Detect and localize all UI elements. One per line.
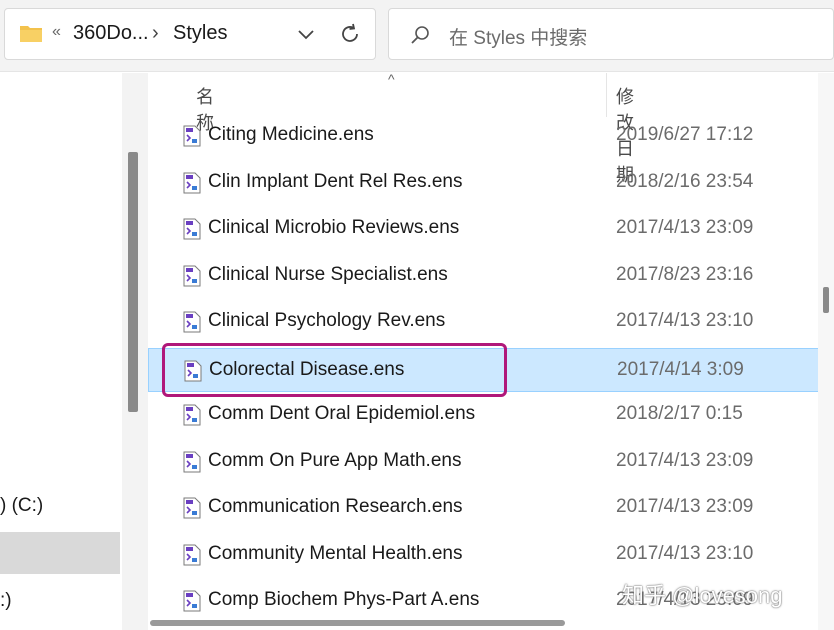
breadcrumb-parent[interactable]: 360Do... [73, 22, 149, 45]
ens-file-icon [182, 172, 202, 194]
file-name: Communication Research.ens [208, 496, 463, 517]
file-date: 2017/8/23 23:16 [616, 264, 754, 285]
nav-item-selected[interactable] [0, 532, 120, 574]
file-row[interactable]: Comm Dent Oral Epidemiol.ens 2018/2/17 0… [148, 393, 828, 437]
file-date: 2017/4/13 23:09 [616, 450, 754, 471]
file-list-scrollbar-thumb[interactable] [823, 287, 829, 313]
file-date: 2019/6/27 17:12 [616, 124, 754, 145]
file-name: Clinical Nurse Specialist.ens [208, 264, 448, 285]
nav-scrollbar-thumb[interactable] [128, 152, 138, 412]
file-list: ^ 名称 修改日期 Citing Medicine.ens 2019/6/27 … [148, 71, 834, 630]
file-date: 2017/4/13 23:10 [616, 543, 754, 564]
file-date: 2017/4/13 23:09 [616, 496, 754, 517]
file-name: Community Mental Health.ens [208, 543, 463, 564]
file-name: Comp Biochem Phys-Part A.ens [208, 589, 480, 610]
chevron-down-icon [298, 30, 314, 40]
navigation-pane: ) (C:) :) [0, 73, 122, 630]
file-row[interactable]: Community Mental Health.ens 2017/4/13 23… [148, 533, 828, 577]
file-name: Comm Dent Oral Epidemiol.ens [208, 403, 476, 424]
address-dropdown-button[interactable] [291, 21, 321, 49]
file-name: Comm On Pure App Math.ens [208, 450, 462, 471]
file-date: 2017/4/13 23:10 [616, 310, 754, 331]
breadcrumb-separator[interactable]: › [152, 22, 159, 45]
breadcrumb-overflow[interactable]: « [52, 23, 61, 41]
ens-file-icon [182, 497, 202, 519]
nav-item-drive-c[interactable]: ) (C:) [0, 495, 43, 517]
file-name: Colorectal Disease.ens [209, 359, 405, 380]
search-box[interactable]: 在 Styles 中搜索 [388, 8, 834, 60]
file-name: Clinical Microbio Reviews.ens [208, 217, 460, 238]
watermark: 知乎 @lovesong [622, 583, 783, 608]
file-name: Clin Implant Dent Rel Res.ens [208, 171, 463, 192]
ens-file-icon [182, 451, 202, 473]
ens-file-icon [182, 125, 202, 147]
ens-file-icon [182, 311, 202, 333]
file-row[interactable]: Clinical Nurse Specialist.ens 2017/8/23 … [148, 254, 828, 298]
file-date: 2017/4/14 3:09 [617, 359, 744, 380]
nav-item-drive[interactable]: :) [0, 590, 12, 612]
file-row[interactable]: Communication Research.ens 2017/4/13 23:… [148, 486, 828, 530]
file-date: 2018/2/17 0:15 [616, 403, 743, 424]
file-date: 2017/4/13 23:09 [616, 217, 754, 238]
ens-file-icon [182, 544, 202, 566]
ens-file-icon [182, 218, 202, 240]
file-list-scrollbar[interactable] [818, 73, 834, 630]
file-row-selected[interactable]: Colorectal Disease.ens 2017/4/14 3:09 [148, 348, 828, 392]
toolbar: « 360Do... › Styles 在 Styles 中搜索 [0, 0, 834, 72]
refresh-icon [342, 23, 358, 42]
address-bar[interactable]: « 360Do... › Styles [4, 8, 376, 60]
file-name: Clinical Psychology Rev.ens [208, 310, 446, 331]
file-row[interactable]: Clinical Psychology Rev.ens 2017/4/13 23… [148, 300, 828, 344]
ens-file-icon [182, 265, 202, 287]
file-row[interactable]: Citing Medicine.ens 2019/6/27 17:12 [148, 114, 828, 158]
ens-file-icon [183, 360, 203, 382]
ens-file-icon [182, 590, 202, 612]
folder-icon [20, 26, 42, 42]
file-row[interactable]: Clin Implant Dent Rel Res.ens 2018/2/16 … [148, 161, 828, 205]
file-date: 2018/2/16 23:54 [616, 171, 754, 192]
search-icon [411, 26, 429, 44]
file-row[interactable]: Comm On Pure App Math.ens 2017/4/13 23:0… [148, 440, 828, 484]
ens-file-icon [182, 404, 202, 426]
refresh-button[interactable] [334, 18, 366, 50]
horizontal-scrollbar-thumb[interactable] [150, 620, 565, 626]
file-row[interactable]: Clinical Microbio Reviews.ens 2017/4/13 … [148, 207, 828, 251]
sort-ascending-icon: ^ [388, 71, 395, 87]
breadcrumb-current[interactable]: Styles [173, 22, 227, 45]
column-divider[interactable] [606, 73, 607, 117]
search-input[interactable]: 在 Styles 中搜索 [449, 23, 587, 50]
file-name: Citing Medicine.ens [208, 124, 374, 145]
